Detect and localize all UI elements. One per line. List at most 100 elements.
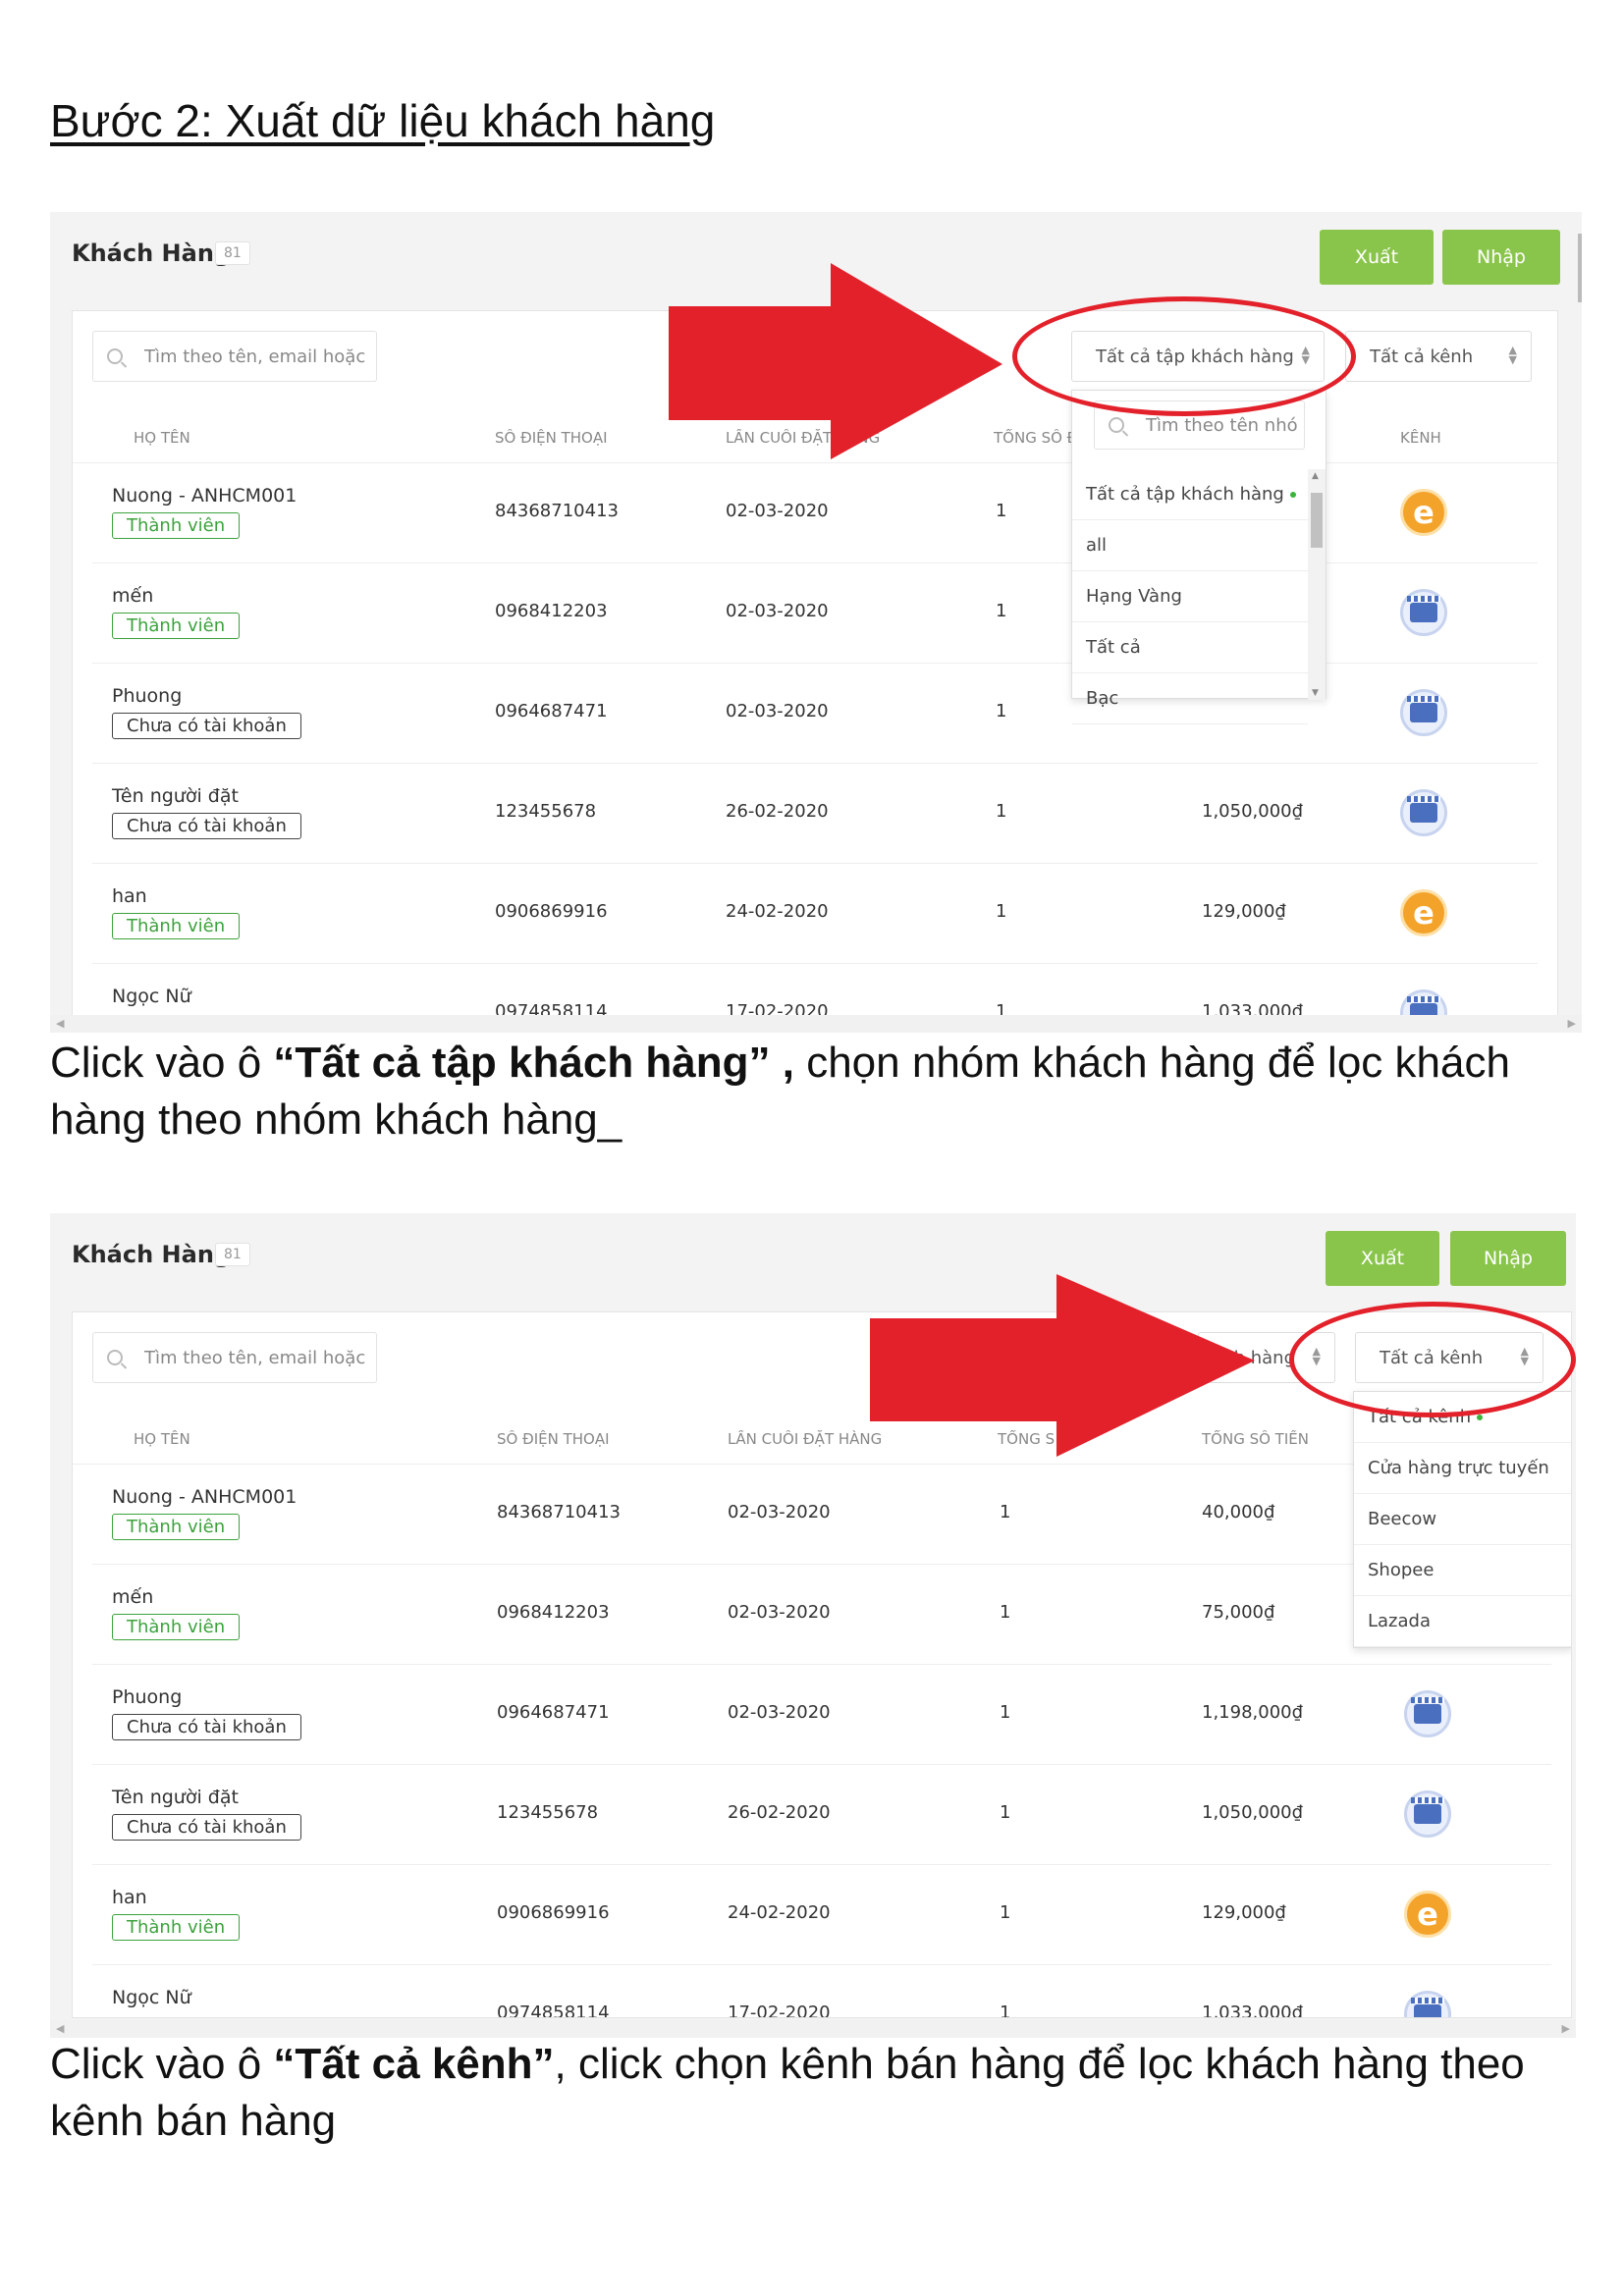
phone-cell: 123455678 — [497, 1802, 599, 1823]
col-name: HỌ TÊN — [134, 429, 190, 447]
table-row[interactable]: Nuong - ANHCM001 Thành viên 84368710413 02-… — [92, 1465, 1551, 1565]
channel-select-label: Tất cả kênh — [1370, 346, 1474, 367]
search-placeholder: Tìm theo tên, email hoặc — [144, 346, 366, 367]
customer-name[interactable]: Ngọc Nữ — [112, 986, 191, 1007]
import-button[interactable]: Nhập — [1450, 1231, 1566, 1286]
search-input[interactable]: Tìm theo tên, email hoặc — [92, 331, 377, 382]
table-row[interactable]: Ngọc Nữ 0974858114 17-02-2020 1 1,033,000₫ — [92, 1965, 1551, 2018]
dropdown-option[interactable]: Tất cả tập khách hàng — [1072, 469, 1308, 520]
order-count-cell: 1 — [1000, 1502, 1011, 1522]
total-amount-cell: 1,050,000₫ — [1202, 801, 1304, 822]
vertical-scrollbar[interactable] — [1578, 234, 1582, 302]
store-channel-icon — [1400, 789, 1447, 836]
phone-cell: 0906869916 — [495, 901, 608, 922]
dropdown-option-label: all — [1086, 535, 1108, 556]
store-channel-icon — [1400, 589, 1447, 636]
phone-cell: 0968412203 — [497, 1602, 610, 1623]
customer-name[interactable]: Phuong — [112, 1686, 182, 1708]
order-count-cell: 1 — [1000, 1702, 1011, 1723]
table-row[interactable]: Tên người đặt Chưa có tài khoản 123455678 2… — [92, 764, 1538, 864]
selected-dot-icon — [1477, 1414, 1484, 1420]
last-order-date-cell: 02-03-2020 — [726, 701, 829, 721]
channel-select[interactable]: Tất cả kênh ▲ ▼ — [1345, 331, 1532, 382]
order-count-cell: 1 — [1000, 1602, 1011, 1623]
page-title: Khách Hàng — [72, 1241, 232, 1268]
dropdown-option[interactable]: Hạng Vàng — [1072, 571, 1308, 622]
customer-group-dropdown: Tìm theo tên nhó Tất cả tập khách hàng al… — [1071, 390, 1326, 724]
dropdown-option-label: Tất cả — [1086, 637, 1141, 658]
customer-count-badge: 81 — [215, 241, 250, 265]
total-amount-cell: 129,000₫ — [1202, 901, 1286, 922]
account-status-badge: Thành viên — [112, 1614, 241, 1640]
horizontal-scrollbar[interactable]: ◀ ▶ — [50, 1015, 1582, 1033]
customer-name[interactable]: han — [112, 885, 147, 907]
dropdown-option-label: Tất cả tập khách hàng — [1086, 484, 1284, 505]
table-row[interactable]: Phuong Chưa có tài khoản 0964687471 02-03-2… — [92, 1665, 1551, 1765]
search-icon — [107, 348, 123, 364]
customer-name[interactable]: mến — [112, 1586, 153, 1608]
account-status-badge: Thành viên — [112, 613, 241, 639]
caption-1-text: Click vào ô — [50, 1039, 274, 1087]
customer-name[interactable]: Nuong - ANHCM001 — [112, 485, 297, 507]
store-channel-icon — [1400, 989, 1447, 1016]
dropdown-scrollbar[interactable]: ▲ ▼ — [1308, 469, 1326, 700]
channel-dropdown: Tất cả kênh Cửa hàng trực tuyến Beecow Shop… — [1353, 1391, 1571, 1648]
total-amount-cell: 75,000₫ — [1202, 1602, 1275, 1623]
dropdown-option[interactable]: Cửa hàng trực tuyến — [1354, 1443, 1571, 1494]
caption-2-text: Click vào ô — [50, 2040, 274, 2088]
customer-name[interactable]: Ngọc Nữ — [112, 1987, 191, 2008]
last-order-date-cell: 24-02-2020 — [726, 901, 829, 922]
caption-1-bold: “Tất cả tập khách hàng” , — [273, 1039, 794, 1087]
dropdown-option[interactable]: Shopee — [1354, 1545, 1571, 1596]
caption-1: Click vào ô “Tất cả tập khách hàng” , ch… — [50, 1035, 1592, 1148]
order-count-cell: 1 — [996, 501, 1007, 521]
customer-table-card: Tìm theo tên, email hoặc h hàng ▲ ▼ Tất cả… — [72, 1311, 1572, 2018]
order-count-cell: 1 — [996, 901, 1007, 922]
customer-name[interactable]: Phuong — [112, 685, 182, 707]
table-row[interactable]: han Thành viên 0906869916 24-02-2020 1 129,00… — [92, 1865, 1551, 1965]
order-count-cell: 1 — [1000, 1802, 1011, 1823]
search-icon — [1109, 417, 1124, 433]
red-arrow-annotation — [669, 263, 1002, 459]
customer-name[interactable]: Tên người đặt — [112, 1787, 239, 1808]
export-button[interactable]: Xuất — [1320, 230, 1434, 285]
total-amount-cell: 1,050,000₫ — [1202, 1802, 1304, 1823]
customer-name[interactable]: Tên người đặt — [112, 785, 239, 807]
customer-name[interactable]: mến — [112, 585, 153, 607]
account-status-badge: Chưa có tài khoản — [112, 1714, 301, 1740]
dropdown-option[interactable]: Lazada — [1354, 1596, 1571, 1647]
col-phone: SỐ ĐIỆN THOẠI — [497, 1430, 610, 1448]
highlight-ellipse-annotation — [1012, 296, 1356, 416]
caption-2-bold: “Tất cả kênh” — [273, 2040, 555, 2088]
dropdown-option[interactable]: all — [1072, 520, 1308, 571]
dropdown-option-label: Shopee — [1368, 1560, 1435, 1580]
store-channel-icon — [1400, 689, 1447, 736]
export-button[interactable]: Xuất — [1326, 1231, 1439, 1286]
table-header: HỌ TÊN SỐ ĐIỆN THOẠI LẦN CUỐI ĐẶT HÀNG T… — [73, 1411, 1571, 1465]
table-row[interactable]: Ngọc Nữ 0974858114 17-02-2020 1 1,033,000₫ — [92, 964, 1538, 1016]
table-row[interactable]: mến Thành viên 0968412203 02-03-2020 1 75,000… — [92, 1565, 1551, 1665]
order-count-cell: 1 — [996, 601, 1007, 621]
dropdown-option[interactable]: Tất cả — [1072, 622, 1308, 673]
account-status-badge: Thành viên — [112, 1514, 241, 1540]
dropdown-option[interactable]: Bạc — [1072, 673, 1308, 724]
highlight-ellipse-annotation — [1289, 1302, 1576, 1417]
col-name: HỌ TÊN — [134, 1430, 190, 1448]
table-row[interactable]: Tên người đặt Chưa có tài khoản 123455678 2… — [92, 1765, 1551, 1865]
customer-name[interactable]: han — [112, 1887, 147, 1908]
col-phone: SỐ ĐIỆN THOẠI — [495, 429, 608, 447]
red-arrow-annotation — [870, 1274, 1255, 1457]
dropdown-option-label: Bạc — [1086, 688, 1119, 709]
import-button[interactable]: Nhập — [1442, 230, 1560, 285]
online-store-channel-icon: e — [1400, 889, 1447, 936]
table-row[interactable]: han Thành viên 0906869916 24-02-2020 1 129,00… — [92, 864, 1538, 964]
phone-cell: 123455678 — [495, 801, 597, 822]
last-order-date-cell: 02-03-2020 — [726, 601, 829, 621]
order-count-cell: 1 — [1000, 2002, 1011, 2018]
dropdown-option[interactable]: Beecow — [1354, 1494, 1571, 1545]
search-input[interactable]: Tìm theo tên, email hoặc — [92, 1332, 377, 1383]
last-order-date-cell: 26-02-2020 — [728, 1802, 831, 1823]
phone-cell: 0964687471 — [495, 701, 608, 721]
customer-name[interactable]: Nuong - ANHCM001 — [112, 1486, 297, 1508]
total-amount-cell: 1,198,000₫ — [1202, 1702, 1304, 1723]
